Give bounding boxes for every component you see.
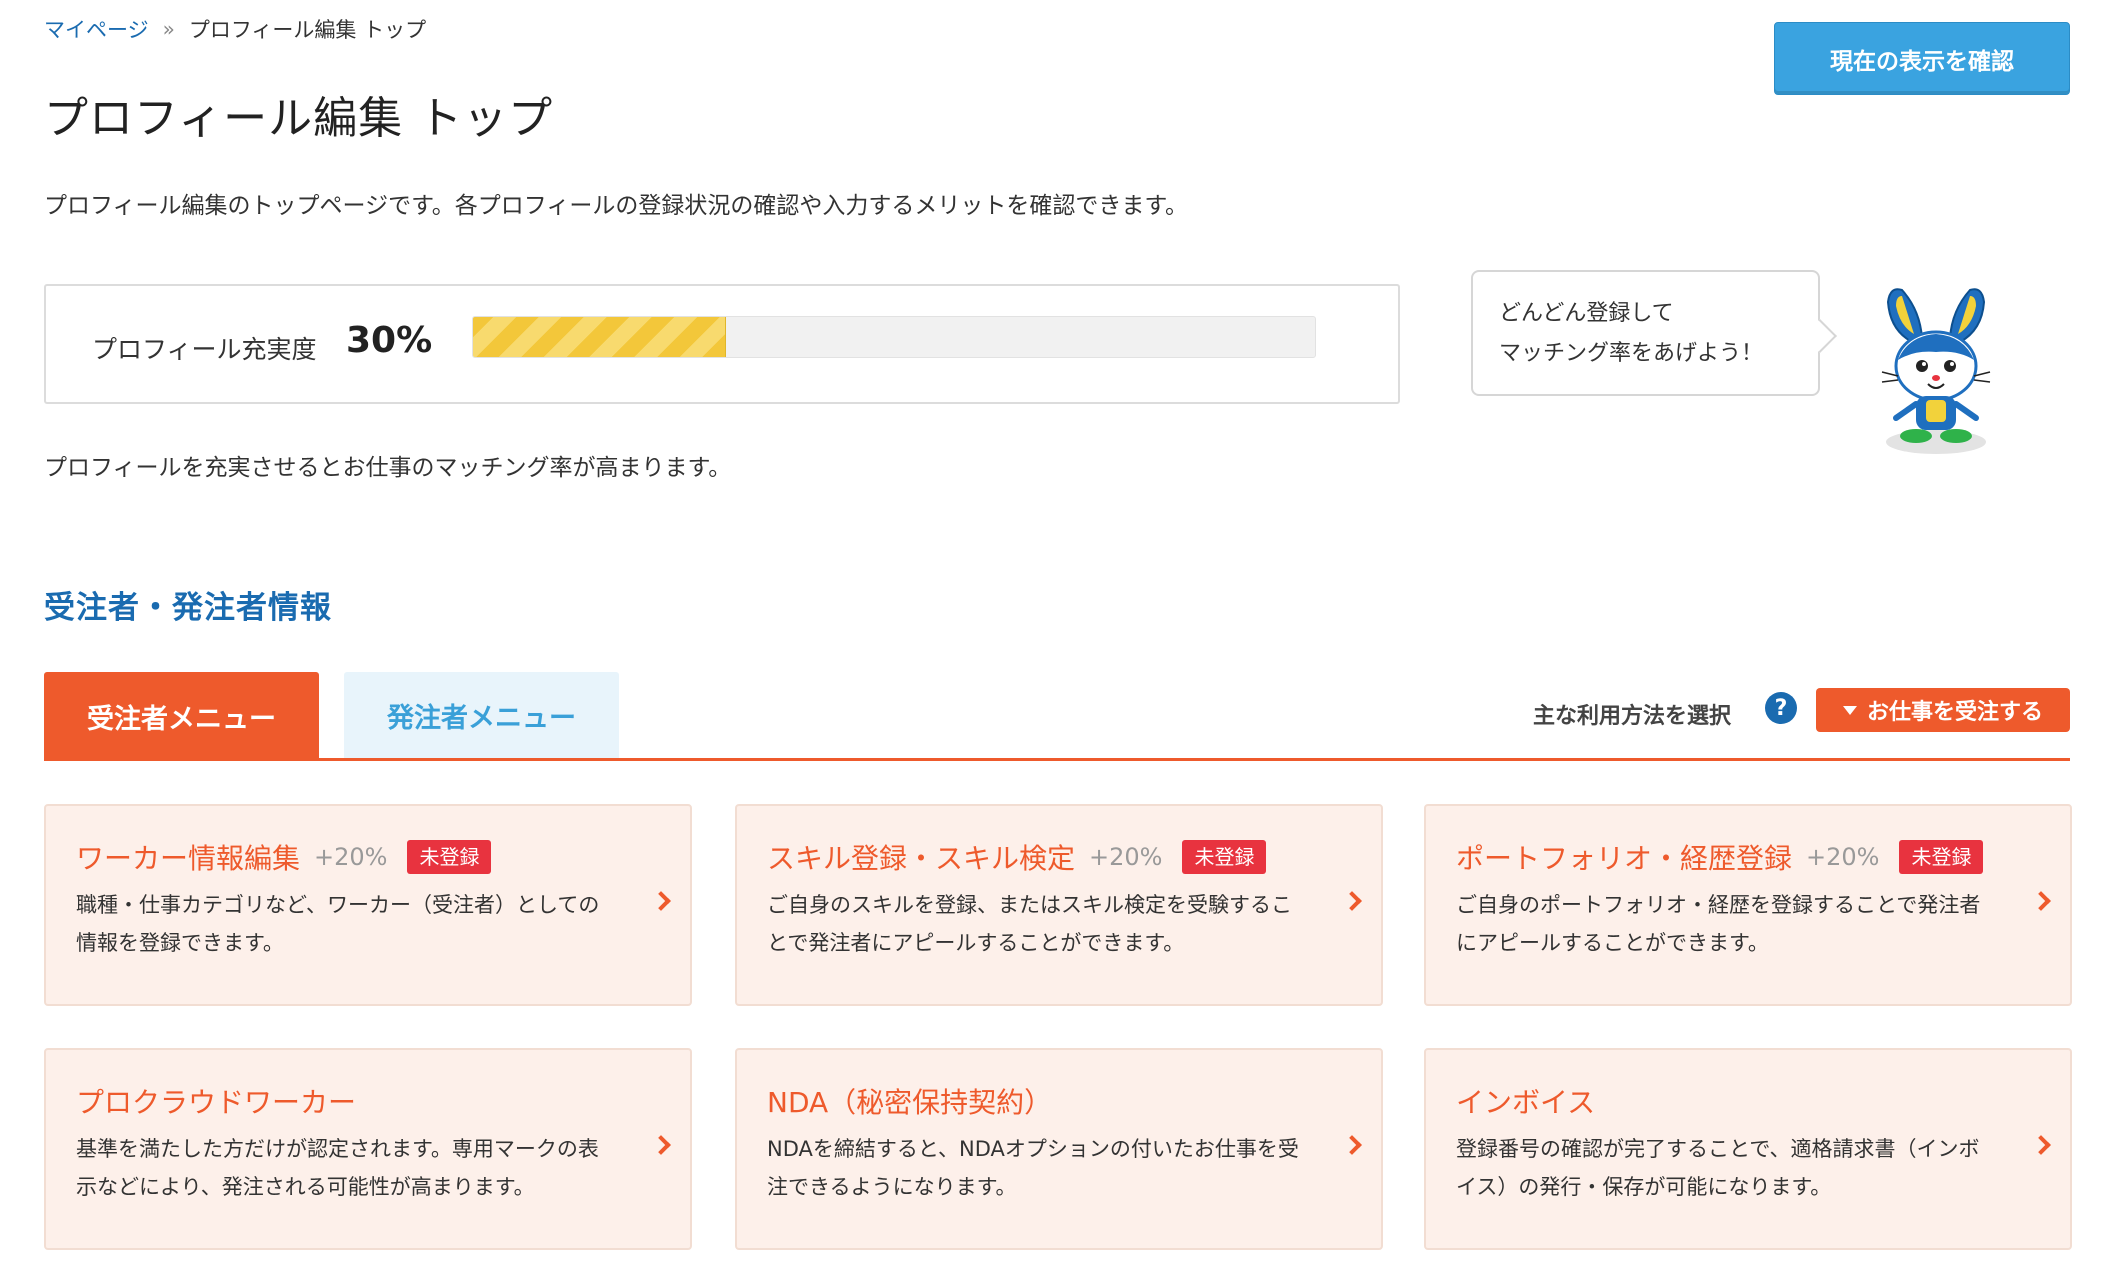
chevron-right-icon bbox=[651, 1135, 671, 1155]
card-description: ご自身のポートフォリオ・経歴を登録することで発注者にアピールすることができます。 bbox=[1456, 893, 1981, 955]
card-description: NDAを締結すると、NDAオプションの付いたお仕事を受注できるようになります。 bbox=[767, 1137, 1299, 1199]
card-title: プロクラウドワーカー bbox=[76, 1086, 357, 1119]
card-description: 登録番号の確認が完了することで、適格請求書（インボイス）の発行・保存が可能になり… bbox=[1456, 1137, 1980, 1199]
card-title: ワーカー情報編集 bbox=[76, 842, 301, 875]
card-nda[interactable]: NDA（秘密保持契約） NDAを締結すると、NDAオプションの付いたお仕事を受注… bbox=[735, 1048, 1383, 1250]
breadcrumb: マイページ » プロフィール編集 トップ bbox=[44, 14, 426, 44]
chevron-right-icon bbox=[2031, 1135, 2051, 1155]
page-title: プロフィール編集 トップ bbox=[44, 93, 554, 144]
tab-contractor-menu[interactable]: 受注者メニュー bbox=[44, 672, 319, 760]
card-description: 基準を満たした方だけが認定されます。専用マークの表示などにより、発注される可能性… bbox=[76, 1137, 599, 1199]
card-description: ご自身のスキルを登録、またはスキル検定を受験することで発注者にアピールすることが… bbox=[767, 893, 1292, 955]
card-header: スキル登録・スキル検定 +20% 未登録 bbox=[767, 836, 1351, 878]
card-header: ワーカー情報編集 +20% 未登録 bbox=[76, 836, 660, 878]
tab-underline bbox=[44, 758, 2070, 761]
bubble-line-2: マッチング率をあげよう！ bbox=[1499, 341, 1764, 366]
mascot-speech-bubble: どんどん登録して マッチング率をあげよう！ bbox=[1471, 270, 1820, 396]
chevron-right-icon bbox=[2031, 891, 2051, 911]
progress-label: プロフィール充実度 bbox=[92, 335, 317, 364]
card-header: インボイス bbox=[1456, 1080, 2040, 1122]
help-icon[interactable]: ? bbox=[1765, 692, 1797, 724]
page-description: プロフィール編集のトップページです。各プロフィールの登録状況の確認や入力するメリ… bbox=[44, 193, 1189, 219]
card-worker-info[interactable]: ワーカー情報編集 +20% 未登録 職種・仕事カテゴリなど、ワーカー（受注者）と… bbox=[44, 804, 692, 1006]
chevron-right-icon bbox=[651, 891, 671, 911]
usage-select-dropdown[interactable]: お仕事を受注する bbox=[1816, 688, 2070, 732]
breadcrumb-mypage-link[interactable]: マイページ bbox=[44, 14, 149, 44]
breadcrumb-current: プロフィール編集 トップ bbox=[188, 18, 427, 42]
card-title: NDA（秘密保持契約） bbox=[767, 1086, 1053, 1119]
usage-select-value: お仕事を受注する bbox=[1866, 700, 2043, 725]
card-pro-crowdworker[interactable]: プロクラウドワーカー 基準を満たした方だけが認定されます。専用マークの表示などに… bbox=[44, 1048, 692, 1250]
progress-bar-fill bbox=[473, 317, 726, 357]
unregistered-badge: 未登録 bbox=[1182, 840, 1267, 874]
progress-bar bbox=[472, 316, 1316, 358]
bubble-line-1: どんどん登録して bbox=[1499, 301, 1674, 326]
card-header: プロクラウドワーカー bbox=[76, 1080, 660, 1122]
section-title: 受注者・発注者情報 bbox=[44, 590, 332, 626]
chevron-right-icon bbox=[1342, 1135, 1362, 1155]
usage-label: 主な利用方法を選択 bbox=[1533, 704, 1732, 729]
card-header: ポートフォリオ・経歴登録 +20% 未登録 bbox=[1456, 836, 2040, 878]
card-title: スキル登録・スキル検定 bbox=[767, 842, 1076, 875]
card-header: NDA（秘密保持契約） bbox=[767, 1080, 1351, 1122]
card-title: インボイス bbox=[1456, 1086, 1596, 1119]
tab-client-menu[interactable]: 発注者メニュー bbox=[344, 672, 619, 758]
profile-completeness-box: プロフィール充実度 30% bbox=[44, 284, 1400, 404]
card-skill-registration[interactable]: スキル登録・スキル検定 +20% 未登録 ご自身のスキルを登録、またはスキル検定… bbox=[735, 804, 1383, 1006]
card-invoice[interactable]: インボイス 登録番号の確認が完了することで、適格請求書（インボイス）の発行・保存… bbox=[1424, 1048, 2072, 1250]
card-bonus: +20% bbox=[1806, 843, 1880, 871]
card-title: ポートフォリオ・経歴登録 bbox=[1456, 842, 1793, 875]
confirm-display-button[interactable]: 現在の表示を確認 bbox=[1774, 22, 2070, 95]
progress-note: プロフィールを充実させるとお仕事のマッチング率が高まります。 bbox=[44, 455, 732, 481]
card-portfolio-career[interactable]: ポートフォリオ・経歴登録 +20% 未登録 ご自身のポートフォリオ・経歴を登録す… bbox=[1424, 804, 2072, 1006]
progress-value: 30% bbox=[346, 320, 433, 361]
unregistered-badge: 未登録 bbox=[1899, 840, 1984, 874]
card-bonus: +20% bbox=[314, 843, 388, 871]
unregistered-badge: 未登録 bbox=[407, 840, 492, 874]
card-description: 職種・仕事カテゴリなど、ワーカー（受注者）としての情報を登録できます。 bbox=[76, 893, 600, 955]
card-bonus: +20% bbox=[1089, 843, 1163, 871]
rabbit-mascot-icon bbox=[1881, 288, 1991, 454]
caret-down-icon bbox=[1842, 705, 1857, 715]
breadcrumb-separator: » bbox=[162, 17, 175, 41]
chevron-right-icon bbox=[1342, 891, 1362, 911]
